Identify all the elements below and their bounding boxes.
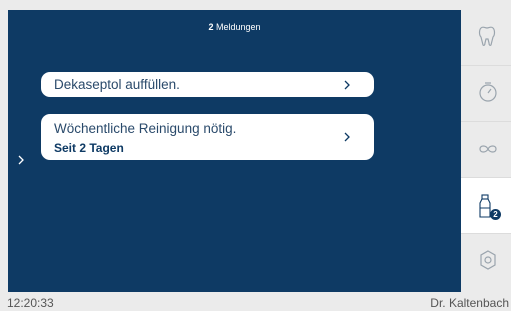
message-title: Wöchentliche Reinigung nötig. (54, 121, 237, 136)
sidebar-item-infinity[interactable] (461, 122, 511, 178)
messages-panel: 2 Meldungen Dekaseptol auffüllen. Wöchen… (8, 10, 461, 292)
sidebar-item-settings[interactable] (461, 234, 511, 290)
infinity-icon (479, 145, 497, 153)
messages-count: 2 (208, 22, 214, 32)
chevron-right-icon[interactable] (17, 153, 25, 167)
chevron-right-icon (344, 132, 350, 142)
gear-icon (480, 250, 496, 270)
status-bar: 12:20:33 Dr. Kaltenbach (0, 292, 511, 311)
message-card-refill[interactable]: Dekaseptol auffüllen. (41, 72, 374, 97)
clock-time: 12:20:33 (7, 296, 54, 310)
chevron-right-icon (344, 80, 350, 90)
sidebar-item-tooth[interactable] (461, 10, 511, 66)
message-title: Dekaseptol auffüllen. (54, 77, 180, 92)
sidebar: 2 (461, 10, 511, 292)
sidebar-item-bottle[interactable]: 2 (461, 178, 511, 234)
tooth-icon (478, 26, 496, 46)
message-subtitle: Seit 2 Tagen (54, 141, 124, 155)
brand-label: Dr. Kaltenbach (430, 296, 509, 310)
messages-header: 2 Meldungen (8, 22, 461, 32)
stopwatch-icon (479, 82, 497, 102)
notification-badge: 2 (490, 209, 501, 220)
messages-label: Meldungen (215, 22, 261, 32)
message-card-cleaning[interactable]: Wöchentliche Reinigung nötig. Seit 2 Tag… (41, 114, 374, 160)
sidebar-item-timer[interactable] (461, 66, 511, 122)
